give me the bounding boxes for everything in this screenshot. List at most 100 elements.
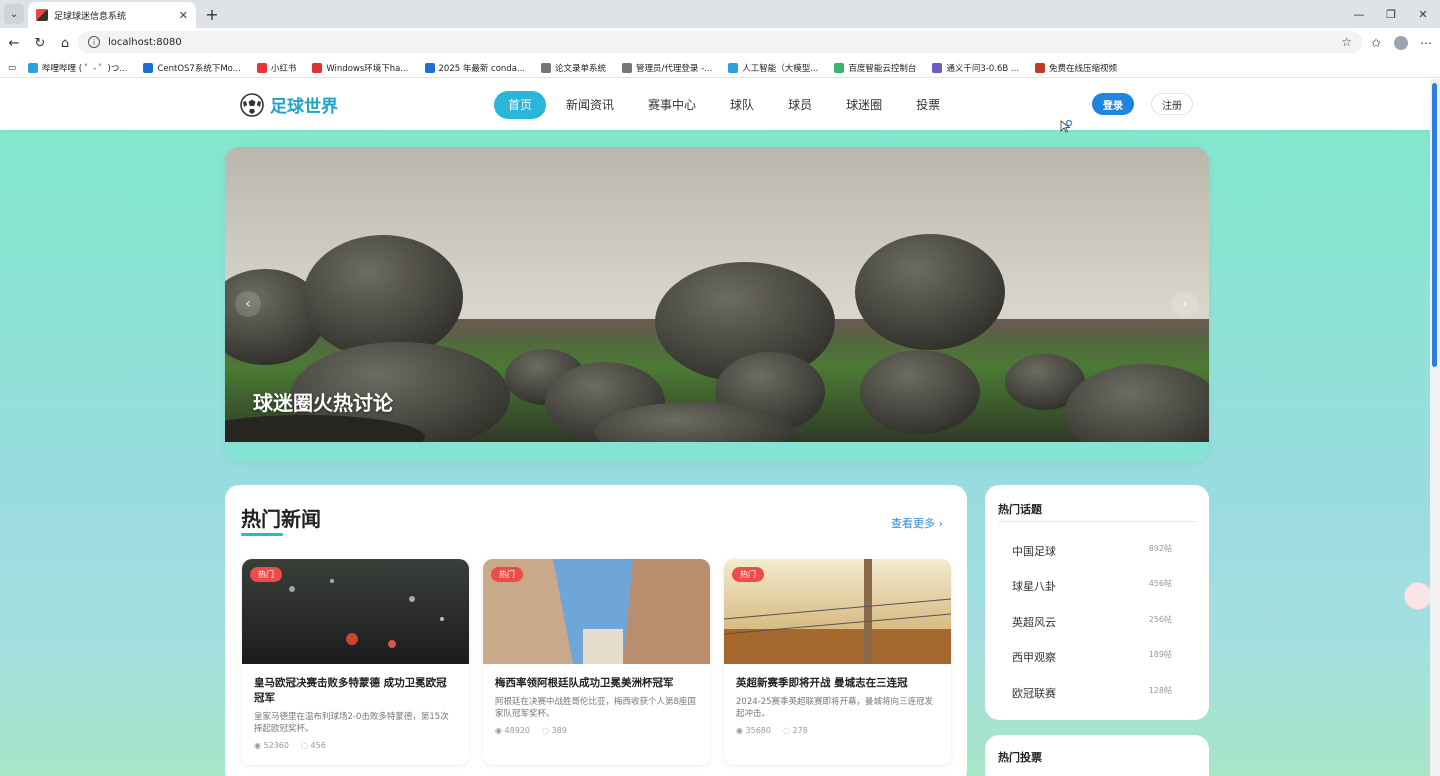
favorites-icon[interactable]: ✩ bbox=[1366, 33, 1386, 53]
register-button[interactable]: 注册 bbox=[1151, 93, 1193, 115]
assistant-avatar[interactable] bbox=[1404, 582, 1430, 610]
main-nav: 首页 新闻资讯 赛事中心 球队 球员 球迷圈 投票 bbox=[494, 91, 960, 119]
bookmark-item[interactable]: 通义千问3-0.6B ... bbox=[932, 62, 1019, 74]
eye-icon: ◉ bbox=[495, 726, 505, 735]
news-card[interactable]: 热门 英超新赛季即将开战 曼城志在三连冠 2024-25赛季英超联赛即将开幕，曼… bbox=[724, 559, 951, 765]
section-title: 热门新闻 bbox=[241, 507, 321, 531]
news-headline[interactable]: 梅西率领阿根廷队成功卫冕美洲杯冠军 bbox=[483, 664, 710, 691]
bookmark-favicon-icon bbox=[256, 62, 267, 73]
bookmark-item[interactable]: 2025 年最新 conda... bbox=[424, 62, 525, 74]
logo-text: 足球世界 bbox=[270, 97, 338, 117]
nav-vote[interactable]: 投票 bbox=[902, 91, 954, 119]
tab-list-chevron-icon[interactable]: ⌄ bbox=[4, 4, 24, 24]
bookmarks-toggle-icon[interactable]: ▭ bbox=[8, 63, 16, 73]
bookmark-favicon-icon bbox=[541, 62, 552, 73]
topic-item[interactable]: 西甲观察 189帖 bbox=[1012, 649, 1172, 665]
divider bbox=[998, 521, 1196, 522]
bookmarks-bar: ▭ 哔哩哔哩 ( ゜- ゜)つ... CentOS7系统下Mo... 小红书 Wind… bbox=[0, 58, 1440, 78]
bookmark-favicon-icon bbox=[932, 62, 943, 73]
bookmark-favicon-icon bbox=[28, 62, 39, 73]
page-viewport: 足球世界 首页 新闻资讯 赛事中心 球队 球员 球迷圈 投票 登录 注册 球迷圈… bbox=[0, 79, 1430, 776]
soccer-ball-icon bbox=[240, 92, 264, 117]
restore-icon[interactable]: ❐ bbox=[1381, 4, 1401, 24]
bookmark-favicon-icon bbox=[728, 62, 739, 73]
news-image: 热门 bbox=[724, 559, 951, 664]
nav-players[interactable]: 球员 bbox=[774, 91, 826, 119]
new-tab-plus-icon[interactable]: + bbox=[202, 4, 222, 24]
comment-count: ◌ 278 bbox=[782, 726, 808, 735]
nav-home[interactable]: 首页 bbox=[494, 91, 547, 119]
bookmark-favicon-icon bbox=[622, 62, 633, 73]
view-count: ◉ 35680 bbox=[736, 726, 771, 735]
topic-item[interactable]: 球星八卦 456帖 bbox=[1012, 578, 1172, 594]
nav-news[interactable]: 新闻资讯 bbox=[552, 91, 628, 119]
topic-item[interactable]: 英超风云 256帖 bbox=[1012, 614, 1172, 630]
news-summary: 2024-25赛季英超联赛即将开幕，曼城将向三连冠发起冲击。 bbox=[736, 697, 934, 719]
news-meta: ◉ 35680 ◌ 278 bbox=[724, 720, 951, 735]
banner-image[interactable]: 球迷圈火热讨论 ‹ › bbox=[225, 147, 1209, 442]
news-image: 热门 bbox=[242, 559, 469, 664]
news-headline[interactable]: 皇马欧冠决赛击败多特蒙德 成功卫冕欧冠冠军 bbox=[242, 664, 469, 706]
view-count: ◉ 52360 bbox=[254, 741, 289, 750]
bookmark-favicon-icon bbox=[143, 62, 154, 73]
login-button[interactable]: 登录 bbox=[1092, 93, 1134, 115]
hot-topics-panel: 热门话题 中国足球 892帖 球星八卦 456帖 英超风云 256帖 西甲观察 189帖… bbox=[985, 485, 1209, 720]
bookmark-favicon-icon bbox=[424, 62, 435, 73]
comment-icon: ◌ bbox=[300, 741, 311, 750]
address-bar[interactable]: i localhost:8080 ☆ bbox=[78, 31, 1362, 53]
bookmark-item[interactable]: 百度智能云控制台 bbox=[834, 62, 916, 74]
carousel-next-arrow-icon[interactable]: › bbox=[1172, 291, 1198, 317]
comment-icon: ◌ bbox=[782, 726, 793, 735]
more-menu-icon[interactable]: ⋯ bbox=[1416, 33, 1436, 53]
news-meta: ◉ 52360 ◌ 456 bbox=[242, 735, 469, 750]
hot-votes-panel: 热门投票 bbox=[985, 735, 1209, 776]
carousel-prev-arrow-icon[interactable]: ‹ bbox=[235, 291, 261, 317]
bookmark-item[interactable]: 哔哩哔哩 ( ゜- ゜)つ... bbox=[28, 62, 127, 74]
eye-icon: ◉ bbox=[254, 741, 264, 750]
view-count: ◉ 48920 bbox=[495, 726, 530, 735]
news-image: 热门 bbox=[483, 559, 710, 664]
browser-toolbar: ← ↻ ⌂ i localhost:8080 ☆ ✩ ⋯ bbox=[0, 28, 1440, 58]
site-logo[interactable]: 足球世界 bbox=[240, 92, 338, 117]
page-scrollbar[interactable] bbox=[1430, 79, 1440, 776]
title-underline bbox=[241, 533, 283, 536]
url-text[interactable]: localhost:8080 bbox=[108, 37, 1333, 48]
nav-fan-circle[interactable]: 球迷圈 bbox=[832, 91, 896, 119]
topic-item[interactable]: 中国足球 892帖 bbox=[1012, 543, 1172, 559]
site-info-icon[interactable]: i bbox=[88, 36, 100, 48]
view-more-link[interactable]: 查看更多 › bbox=[891, 515, 943, 531]
hot-badge: 热门 bbox=[491, 567, 523, 582]
topic-item[interactable]: 欧冠联赛 128帖 bbox=[1012, 685, 1172, 701]
minimize-icon[interactable]: — bbox=[1349, 4, 1369, 24]
back-arrow-icon[interactable]: ← bbox=[4, 33, 24, 53]
profile-avatar[interactable] bbox=[1391, 33, 1411, 53]
home-icon[interactable]: ⌂ bbox=[55, 33, 75, 53]
bookmark-item[interactable]: 人工智能（大模型... bbox=[728, 62, 818, 74]
eye-icon: ◉ bbox=[736, 726, 746, 735]
panel-title: 热门投票 bbox=[998, 751, 1042, 764]
news-card[interactable]: 热门 皇马欧冠决赛击败多特蒙德 成功卫冕欧冠冠军 皇家马德里在温布利球场2-0击… bbox=[242, 559, 469, 765]
close-icon[interactable]: ✕ bbox=[179, 9, 188, 22]
browser-tab[interactable]: 足球球迷信息系统 ✕ bbox=[28, 2, 196, 28]
banner-carousel: 球迷圈火热讨论 ‹ › bbox=[225, 147, 1209, 462]
comment-count: ◌ 456 bbox=[300, 741, 326, 750]
bookmark-item[interactable]: CentOS7系统下Mo... bbox=[143, 62, 241, 74]
bookmark-item[interactable]: 论文录单系统 bbox=[541, 62, 606, 74]
reload-icon[interactable]: ↻ bbox=[30, 33, 50, 53]
browser-tab-strip: ⌄ 足球球迷信息系统 ✕ + — ❐ ✕ bbox=[0, 0, 1440, 28]
bookmark-item[interactable]: Windows环境下ha... bbox=[312, 62, 409, 74]
scrollbar-thumb[interactable] bbox=[1432, 83, 1437, 367]
bookmark-item[interactable]: 小红书 bbox=[256, 62, 296, 74]
hot-news-section: 热门新闻 查看更多 › 热门 皇马欧冠决赛击败多特蒙德 成功卫冕欧冠冠军 皇家马… bbox=[225, 485, 967, 776]
bookmark-item[interactable]: 免费在线压缩视频 bbox=[1035, 62, 1117, 74]
news-headline[interactable]: 英超新赛季即将开战 曼城志在三连冠 bbox=[724, 664, 951, 691]
window-close-icon[interactable]: ✕ bbox=[1413, 4, 1433, 24]
favorite-star-icon[interactable]: ☆ bbox=[1341, 35, 1352, 49]
site-header: 足球世界 首页 新闻资讯 赛事中心 球队 球员 球迷圈 投票 登录 注册 bbox=[0, 79, 1430, 130]
nav-teams[interactable]: 球队 bbox=[716, 91, 768, 119]
nav-matches[interactable]: 赛事中心 bbox=[634, 91, 710, 119]
mouse-cursor-icon bbox=[1060, 120, 1073, 133]
bookmark-item[interactable]: 管理员/代理登录 -... bbox=[622, 62, 712, 74]
banner-caption: 球迷圈火热讨论 bbox=[253, 391, 393, 415]
news-card[interactable]: 热门 梅西率领阿根廷队成功卫冕美洲杯冠军 阿根廷在决赛中战胜哥伦比亚，梅西收获个… bbox=[483, 559, 710, 765]
